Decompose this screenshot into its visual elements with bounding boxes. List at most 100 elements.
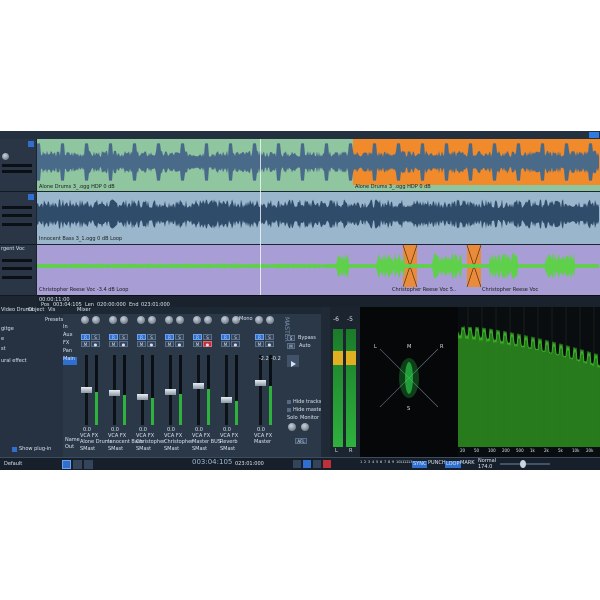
solo-button[interactable]: S bbox=[119, 334, 128, 340]
tool-button[interactable] bbox=[73, 460, 82, 469]
arm-button[interactable]: ● bbox=[175, 341, 184, 347]
play-transport-button[interactable] bbox=[303, 460, 311, 468]
hide-tracks-checkbox[interactable] bbox=[287, 400, 291, 404]
fader-handle[interactable] bbox=[165, 388, 176, 395]
marker-button[interactable]: 3 bbox=[368, 460, 370, 465]
fader-handle[interactable] bbox=[137, 393, 148, 400]
volume-knob[interactable] bbox=[2, 153, 9, 160]
solo-knob[interactable] bbox=[288, 423, 296, 431]
arm-button[interactable]: ● bbox=[147, 341, 156, 347]
strip-output[interactable]: SMast bbox=[108, 447, 123, 452]
sync-button[interactable]: SYNC bbox=[412, 461, 428, 468]
fader-track[interactable] bbox=[259, 355, 262, 425]
strip-output[interactable]: SMast bbox=[164, 447, 179, 452]
arm-button[interactable]: ● bbox=[91, 341, 100, 347]
record-button[interactable] bbox=[323, 460, 331, 468]
effect-item[interactable]: st bbox=[1, 347, 6, 352]
fader-handle[interactable] bbox=[109, 390, 120, 396]
solo-button[interactable]: S bbox=[231, 334, 240, 340]
marker-button[interactable]: 4 bbox=[372, 460, 374, 465]
mute-button[interactable]: M bbox=[193, 341, 202, 347]
play-button[interactable] bbox=[287, 355, 299, 367]
fader-track[interactable] bbox=[225, 355, 228, 425]
fader-handle[interactable] bbox=[255, 379, 266, 386]
lane-bass[interactable]: Innocent Bass 3_1.ogg 0 dB Loop bbox=[37, 192, 600, 244]
marker-button[interactable]: 9 bbox=[392, 460, 394, 465]
solo-button[interactable]: S bbox=[265, 334, 274, 340]
marker-button[interactable]: 1 bbox=[360, 460, 362, 465]
arm-button[interactable]: ● bbox=[203, 341, 212, 347]
pan-knob[interactable] bbox=[92, 316, 100, 324]
lane-drums[interactable]: Alone Drums 3_.ogg HDP 0 dB Alone Drums … bbox=[37, 139, 600, 191]
solo-button[interactable]: S bbox=[147, 334, 156, 340]
gain-knob[interactable] bbox=[255, 316, 263, 324]
fader-track[interactable] bbox=[141, 355, 144, 425]
volume-slider-thumb[interactable] bbox=[520, 460, 526, 468]
rewind-button[interactable] bbox=[293, 460, 301, 468]
strip-output[interactable]: SMast bbox=[80, 447, 95, 452]
solo-button[interactable]: S bbox=[91, 334, 100, 340]
input-button[interactable]: R bbox=[81, 334, 90, 340]
marker-button[interactable]: 2 bbox=[364, 460, 366, 465]
gain-knob[interactable] bbox=[193, 316, 201, 324]
auto-label[interactable]: Auto bbox=[299, 344, 311, 349]
mute-btn[interactable]: M bbox=[287, 343, 295, 349]
loop-button[interactable]: LOOP bbox=[445, 461, 461, 468]
mono-label[interactable]: Mono bbox=[239, 317, 253, 322]
tool-button[interactable] bbox=[84, 460, 93, 469]
punch-button[interactable]: PUNCH bbox=[428, 461, 446, 466]
input-button[interactable]: R bbox=[193, 334, 202, 340]
mute-button[interactable]: M bbox=[137, 341, 146, 347]
effect-item[interactable]: e bbox=[1, 337, 4, 342]
effect-item[interactable]: gitge bbox=[1, 327, 14, 332]
pan-knob[interactable] bbox=[120, 316, 128, 324]
effect-item[interactable]: ural effect bbox=[1, 359, 27, 364]
input-button[interactable]: R bbox=[109, 334, 118, 340]
strip-output[interactable]: SMast bbox=[192, 447, 207, 452]
gain-knob[interactable] bbox=[137, 316, 145, 324]
mute-button[interactable]: M bbox=[109, 341, 118, 347]
track-header-bass[interactable] bbox=[0, 192, 36, 245]
monitor-knob[interactable] bbox=[301, 423, 309, 431]
playhead[interactable] bbox=[260, 139, 261, 295]
hide-master-checkbox[interactable] bbox=[287, 408, 291, 412]
fader-handle[interactable] bbox=[193, 383, 204, 389]
pan-knob[interactable] bbox=[266, 316, 274, 324]
afl-button[interactable]: AFL bbox=[295, 438, 307, 444]
track-select[interactable] bbox=[28, 194, 34, 200]
tool-button[interactable] bbox=[62, 460, 71, 469]
arm-button[interactable]: ● bbox=[265, 341, 274, 347]
track-select[interactable] bbox=[28, 141, 34, 147]
workspace-selector[interactable]: Default bbox=[4, 462, 22, 467]
gain-knob[interactable] bbox=[221, 316, 229, 324]
presets-label[interactable]: Presets bbox=[45, 318, 63, 323]
bypass-label[interactable]: Bypass bbox=[298, 336, 316, 341]
pan-knob[interactable] bbox=[148, 316, 156, 324]
tempo-value[interactable]: 174.0 bbox=[478, 465, 492, 470]
marker-button[interactable]: 5 bbox=[376, 460, 378, 465]
track-header-drums[interactable] bbox=[0, 139, 36, 192]
gain-knob[interactable] bbox=[109, 316, 117, 324]
pan-knob[interactable] bbox=[204, 316, 212, 324]
gain-knob[interactable] bbox=[81, 316, 89, 324]
show-plugin-checkbox[interactable] bbox=[12, 447, 17, 452]
fader-handle[interactable] bbox=[221, 397, 232, 403]
arm-button[interactable]: ● bbox=[231, 341, 240, 347]
fader-track[interactable] bbox=[197, 355, 200, 425]
transport-time[interactable]: 003:04:105 bbox=[192, 459, 232, 466]
mute-button[interactable]: M bbox=[81, 341, 90, 347]
input-button[interactable]: R bbox=[255, 334, 264, 340]
solo-button[interactable]: S bbox=[175, 334, 184, 340]
fader-handle[interactable] bbox=[81, 386, 92, 393]
arm-button[interactable]: ● bbox=[119, 341, 128, 347]
mute-button[interactable]: M bbox=[255, 341, 264, 347]
mark-button[interactable]: MARK bbox=[460, 461, 475, 466]
pan-knob[interactable] bbox=[176, 316, 184, 324]
solo-btn-top[interactable]: S bbox=[287, 335, 295, 341]
mute-button[interactable]: M bbox=[165, 341, 174, 347]
stop-button[interactable] bbox=[313, 460, 321, 468]
tab-object[interactable]: Object bbox=[28, 308, 44, 313]
mute-button[interactable]: M bbox=[221, 341, 230, 347]
input-button[interactable]: R bbox=[137, 334, 146, 340]
marker-button[interactable]: 8 bbox=[388, 460, 390, 465]
